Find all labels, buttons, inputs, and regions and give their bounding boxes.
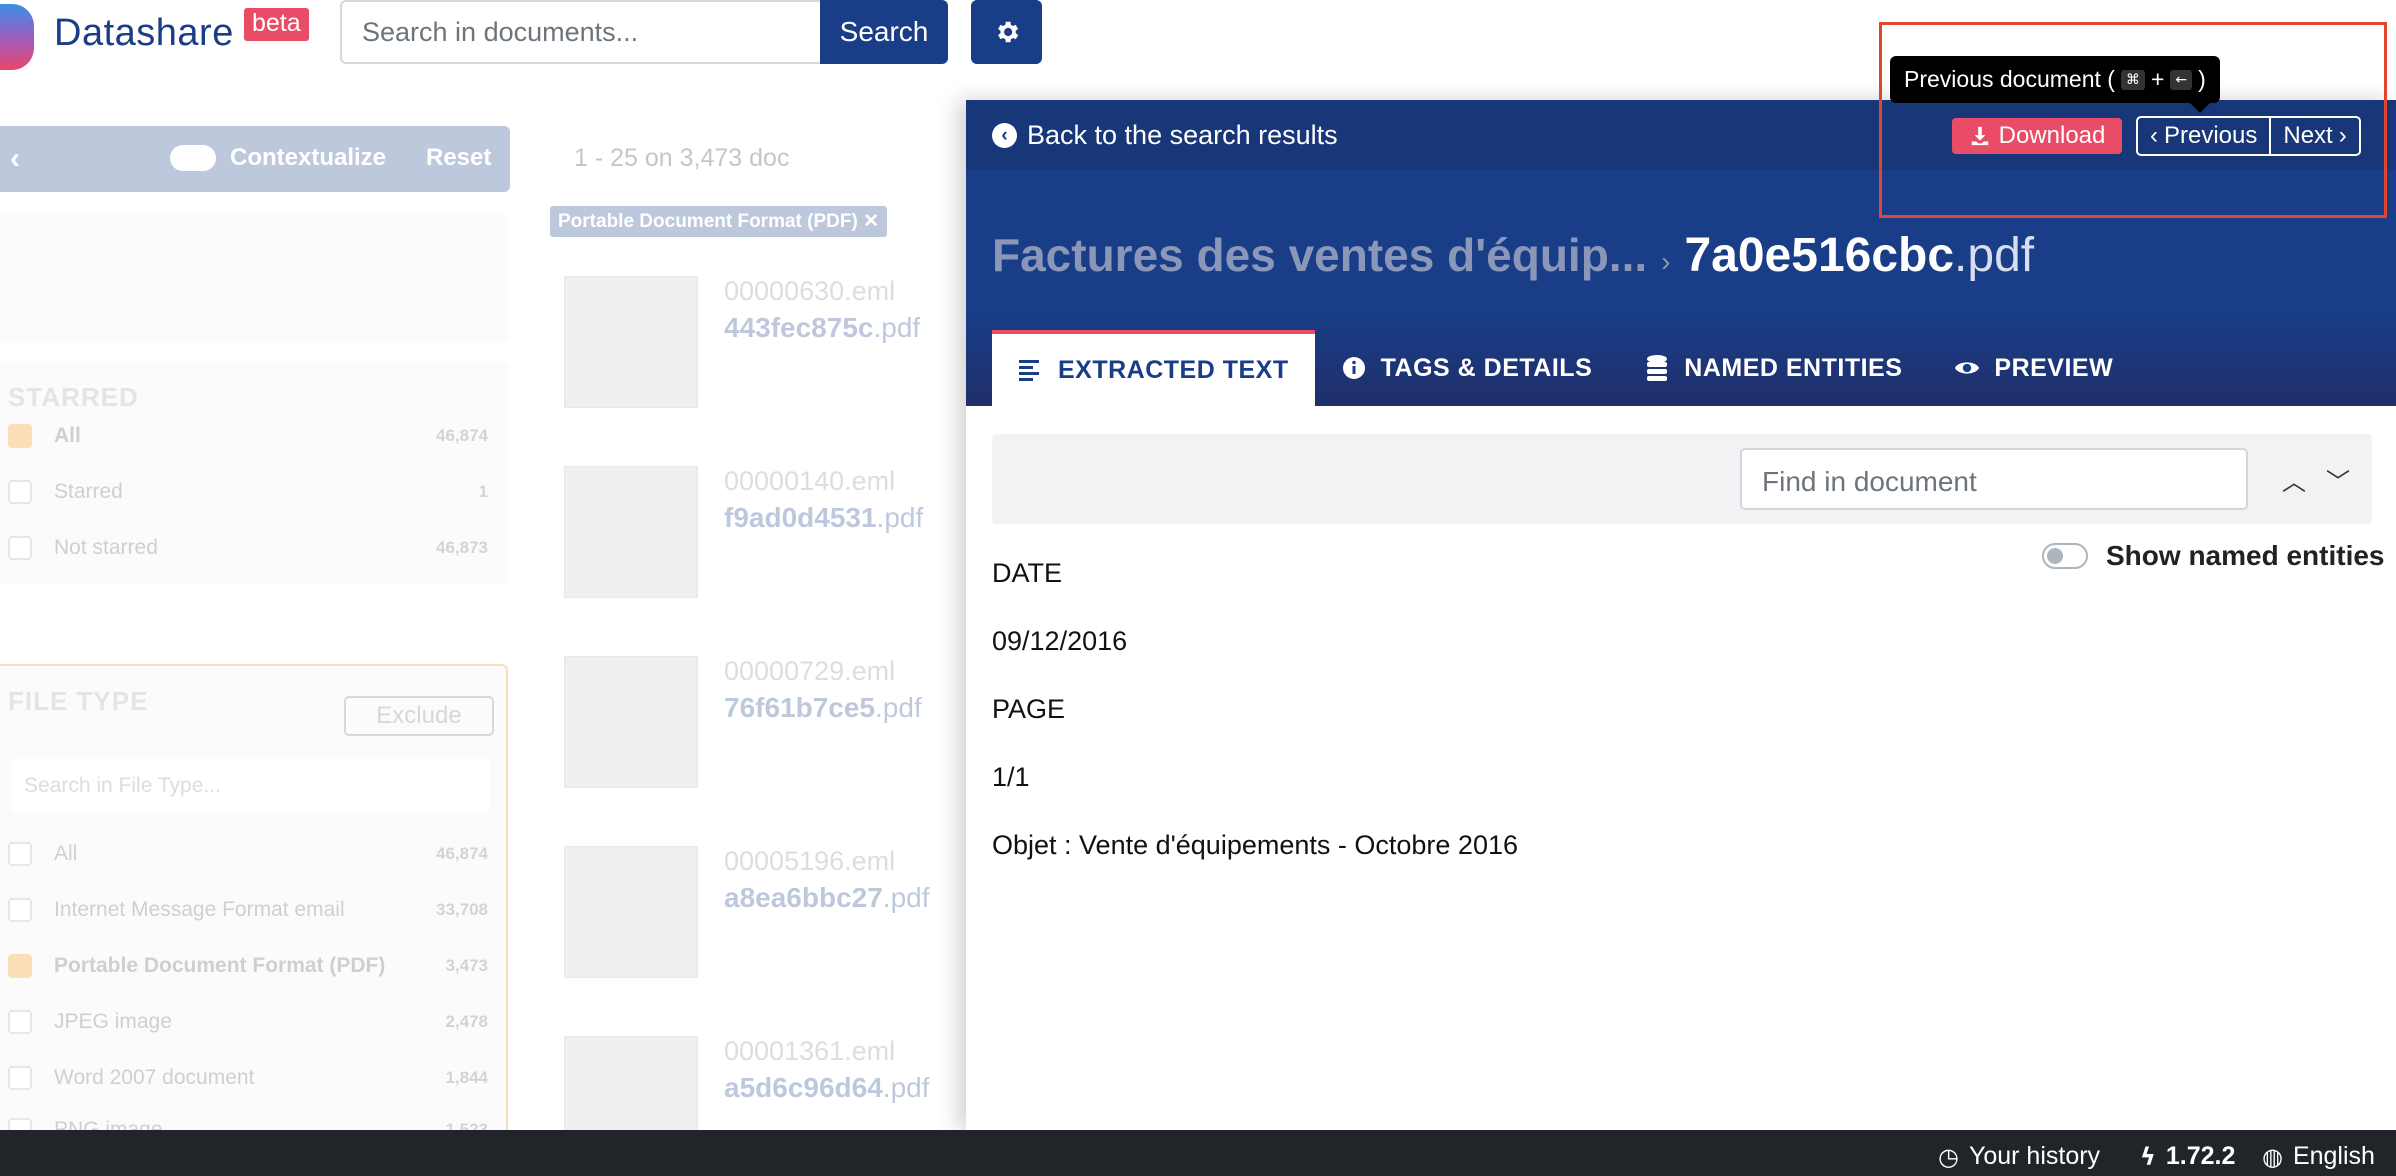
filter-title: STARRED	[8, 382, 139, 412]
beta-badge: beta	[244, 8, 309, 41]
document-panel: ‹ Back to the search results Download ‹ P…	[966, 56, 2396, 1130]
back-label: Back to the search results	[1027, 120, 1338, 150]
gear-icon	[997, 21, 1018, 43]
logo-text[interactable]: Datashare	[54, 12, 234, 55]
list-item[interactable]: 00000140.eml f9ad0d4531.pdf	[564, 466, 984, 606]
document-thumbnail	[564, 656, 698, 788]
datashare-logo-icon[interactable]	[0, 4, 34, 70]
reset-filters-button[interactable]: Reset	[426, 144, 491, 172]
language-selector[interactable]: ◍ English	[2262, 1142, 2375, 1171]
collapse-sidebar-icon[interactable]: ‹	[10, 142, 20, 176]
chevron-down-icon[interactable]: ﹀	[2326, 462, 2350, 497]
toggle-switch[interactable]	[2042, 543, 2088, 569]
filter-item[interactable]: All 46,874	[8, 424, 488, 448]
document-extension: .pdf	[1954, 229, 2035, 282]
document-title: Factures des ventes d'équip... › 7a0e516…	[992, 228, 2034, 283]
chevron-up-icon[interactable]: ︿	[2282, 462, 2306, 497]
results-pager: 1 - 25 on 3,473 doc	[574, 144, 790, 172]
version-info[interactable]: ϟ 1.72.2	[2140, 1142, 2235, 1171]
file-type-search-input[interactable]: Search in File Type...	[12, 758, 490, 814]
history-link[interactable]: ◷ Your history	[1938, 1142, 2100, 1171]
bolt-icon: ϟ	[2140, 1142, 2156, 1171]
filters-toolbar: ‹ Contextualize Reset	[0, 126, 510, 192]
background-search-view: ‹ Contextualize Reset STARRED All 46,874 …	[0, 100, 966, 1168]
document-thumbnail	[564, 846, 698, 978]
document-name: 7a0e516cbc	[1684, 229, 1955, 282]
contextualize-toggle[interactable]: Contextualize	[170, 144, 386, 172]
starred-filter: STARRED All 46,874 Starred 1 Not starred 46…	[0, 362, 508, 584]
back-to-results-link[interactable]: ‹ Back to the search results	[992, 120, 1338, 151]
eye-icon	[1954, 355, 1980, 381]
text-line: DATE	[992, 558, 1063, 588]
document-tabs: EXTRACTED TEXT TAGS & DETAILS NAMED ENTI…	[992, 330, 2139, 406]
toggle-label: Show named entities	[2106, 540, 2385, 571]
file-type-filter: FILE TYPE Exclude Search in File Type...…	[0, 664, 508, 1142]
align-left-icon	[1018, 357, 1044, 383]
active-filter-chip[interactable]: Portable Document Format (PDF) ✕	[550, 206, 887, 237]
parent-document-link[interactable]: Factures des ventes d'équip...	[992, 228, 1647, 282]
text-line: Objet : Vente d'équipements - Octobre 20…	[992, 830, 1518, 860]
filter-card-placeholder	[0, 212, 508, 342]
filter-item[interactable]: Portable Document Format (PDF) 3,473	[8, 954, 488, 978]
document-thumbnail	[564, 466, 698, 598]
database-icon	[1644, 355, 1670, 381]
annotation-highlight-box	[1879, 22, 2387, 218]
document-thumbnail	[564, 276, 698, 408]
breadcrumb-separator-icon: ›	[1661, 246, 1671, 277]
filter-item[interactable]: Word 2007 document 1,844	[8, 1066, 488, 1090]
app-footer: ◷ Your history ϟ 1.72.2 ◍ English	[0, 1130, 2396, 1176]
filter-item[interactable]: Not starred 46,873	[8, 536, 488, 560]
text-line: 1/1	[992, 762, 1030, 792]
globe-icon: ◍	[2262, 1142, 2283, 1171]
tab-named-entities[interactable]: NAMED ENTITIES	[1618, 330, 1928, 406]
filters-sidebar: ‹ Contextualize Reset STARRED All 46,874 …	[0, 100, 510, 1142]
info-circle-icon	[1341, 355, 1367, 381]
search-input[interactable]: Search in documents...	[340, 0, 820, 64]
list-item[interactable]: 00000630.eml 443fec875c.pdf	[564, 276, 984, 416]
tab-preview[interactable]: PREVIEW	[1928, 330, 2139, 406]
filter-item[interactable]: Internet Message Format email 33,708	[8, 898, 488, 922]
search-button[interactable]: Search	[820, 0, 948, 64]
filter-title: FILE TYPE	[8, 686, 149, 716]
find-in-document-input[interactable]: Find in document	[1740, 448, 2248, 510]
contextualize-label: Contextualize	[230, 144, 387, 171]
clock-icon: ◷	[1938, 1142, 1959, 1171]
text-line: 09/12/2016	[992, 626, 1128, 656]
filter-item[interactable]: Starred 1	[8, 480, 488, 504]
chevron-left-circle-icon: ‹	[992, 123, 1017, 148]
find-in-document-bar: Find in document ︿ ﹀	[992, 434, 2372, 524]
text-line: PAGE	[992, 694, 1066, 724]
extracted-text-content: DATE 09/12/2016 PAGE 1/1 Objet : Vente d…	[992, 556, 1518, 896]
settings-button[interactable]	[971, 0, 1042, 64]
list-item[interactable]: 00005196.eml a8ea6bbc27.pdf	[564, 846, 984, 986]
search-results-list: 1 - 25 on 3,473 doc Portable Document Fo…	[534, 100, 966, 1168]
exclude-button[interactable]: Exclude	[344, 696, 494, 736]
show-named-entities-toggle[interactable]: Show named entities	[2042, 540, 2385, 572]
list-item[interactable]: 00000729.eml 76f61b7ce5.pdf	[564, 656, 984, 796]
filter-item[interactable]: JPEG image 2,478	[8, 1010, 488, 1034]
filter-item[interactable]: All 46,874	[8, 842, 488, 866]
tab-tags-details[interactable]: TAGS & DETAILS	[1315, 330, 1619, 406]
tab-extracted-text[interactable]: EXTRACTED TEXT	[992, 330, 1315, 406]
